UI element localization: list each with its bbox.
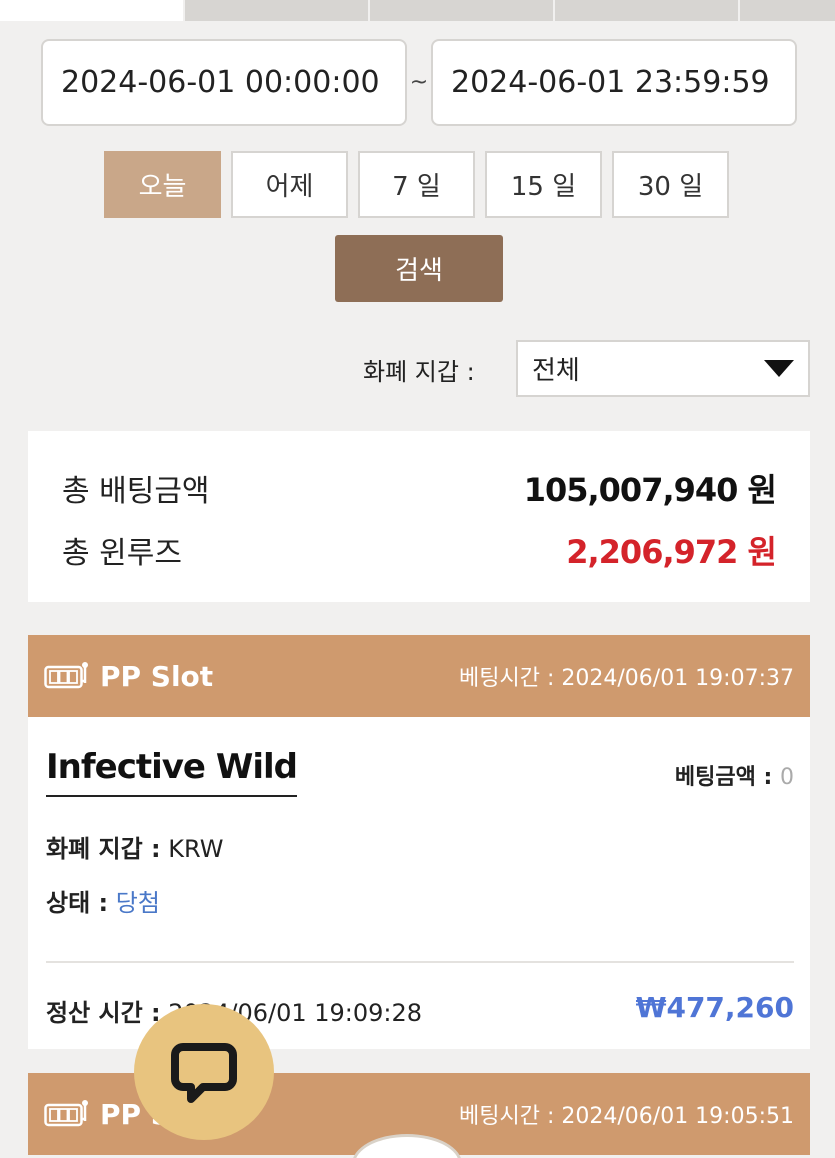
summary-card: 총 배팅금액 105,007,940 원 총 윈루즈 2,206,972 원: [28, 431, 810, 602]
provider: PP Slot: [44, 660, 213, 693]
status-value: 당첨: [115, 889, 160, 917]
wallet-label: 화폐 지갑 :: [46, 835, 161, 863]
start-date-input[interactable]: [41, 39, 407, 126]
bet-time: 베팅시간 : 2024/06/01 19:05:51: [459, 1104, 794, 1129]
payout-amount: ₩477,260: [635, 991, 794, 1024]
wallet-value: KRW: [168, 835, 224, 863]
chat-bubble-icon: [171, 1043, 237, 1103]
filter-yesterday-button[interactable]: 어제: [231, 151, 348, 218]
total-bet-value: 105,007,940 원: [523, 471, 777, 509]
top-tab-2[interactable]: [185, 0, 370, 21]
bet-amount-label: 베팅금액 :: [674, 765, 773, 790]
divider: [46, 961, 794, 963]
filter-today-button[interactable]: 오늘: [104, 151, 221, 218]
top-tab-3[interactable]: [370, 0, 555, 21]
top-tab-5[interactable]: [740, 0, 835, 21]
bet-card-header: PP Slot 베팅시간 : 2024/06/01 19:07:37: [28, 635, 810, 717]
total-winloss-label: 총 윈루즈: [62, 536, 182, 571]
date-separator: ~: [409, 70, 429, 95]
betting-history-page: ~ 오늘 어제 7 일 15 일 30 일 검색 화폐 지갑 : 전체 총 배팅…: [0, 0, 835, 1158]
settle-label: 정산 시간 :: [46, 999, 161, 1027]
date-range: ~: [41, 39, 797, 126]
provider-name: PP Slot: [100, 659, 214, 693]
search-button[interactable]: 검색: [335, 235, 503, 302]
bet-card-body: Infective Wild 베팅금액 : 0 화폐 지갑 : KRW 상태 :…: [28, 717, 810, 1049]
filter-30days-button[interactable]: 30 일: [612, 151, 729, 218]
game-name: Infective Wild: [46, 747, 298, 797]
status-line: 상태 : 당첨: [46, 883, 160, 918]
top-tab-4[interactable]: [555, 0, 740, 21]
quick-date-filters: 오늘 어제 7 일 15 일 30 일: [104, 151, 729, 218]
wallet-line: 화폐 지갑 : KRW: [46, 829, 223, 864]
slot-machine-icon: [44, 1100, 88, 1127]
top-tab-bar: [0, 0, 835, 21]
total-bet-row: 총 배팅금액 105,007,940 원: [62, 465, 777, 511]
filter-7days-button[interactable]: 7 일: [358, 151, 475, 218]
total-winloss-value: 2,206,972 원: [566, 533, 777, 571]
slot-machine-icon: [44, 662, 88, 689]
status-label: 상태 :: [46, 889, 109, 917]
bet-amount: 베팅금액 : 0: [675, 759, 794, 791]
wallet-filter-label: 화폐 지갑 :: [363, 358, 475, 386]
filter-15days-button[interactable]: 15 일: [485, 151, 602, 218]
total-winloss-row: 총 윈루즈 2,206,972 원: [62, 527, 777, 573]
top-tab-1[interactable]: [0, 0, 185, 21]
chat-button[interactable]: [134, 1004, 274, 1140]
total-bet-label: 총 배팅금액: [62, 474, 210, 509]
wallet-filter-select[interactable]: 전체: [516, 340, 810, 397]
bet-amount-value: 0: [780, 765, 794, 790]
wallet-filter-value: 전체: [532, 356, 580, 386]
end-date-input[interactable]: [431, 39, 797, 126]
bet-time: 베팅시간 : 2024/06/01 19:07:37: [459, 666, 794, 691]
bet-card[interactable]: PP Slot 베팅시간 : 2024/06/01 19:07:37 Infec…: [28, 635, 810, 1049]
caret-down-icon: [764, 360, 794, 377]
